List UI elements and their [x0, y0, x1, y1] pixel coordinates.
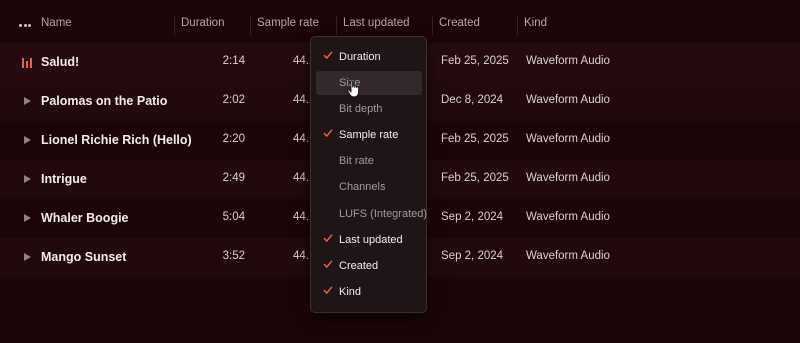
track-name: Lionel Richie Rich (Hello)	[41, 133, 192, 147]
track-kind: Waveform Audio	[526, 172, 610, 184]
checkmark-icon	[323, 234, 333, 243]
menu-item-size[interactable]: Size	[316, 71, 422, 95]
menu-item-label: Channels	[339, 181, 386, 193]
menu-item-label: Bit rate	[339, 155, 374, 167]
play-icon[interactable]	[24, 136, 31, 144]
track-name: Salud!	[41, 55, 80, 69]
checkmark-icon	[323, 51, 333, 60]
play-icon[interactable]	[24, 97, 31, 105]
more-options-icon[interactable]	[19, 24, 31, 27]
menu-item-label: Duration	[339, 51, 381, 63]
menu-item-label: Sample rate	[339, 129, 399, 141]
track-name: Palomas on the Patio	[41, 94, 168, 108]
menu-item-label: Last updated	[339, 234, 403, 246]
track-created: Sep 2, 2024	[441, 211, 504, 223]
menu-item-label: Kind	[339, 286, 362, 298]
track-created: Feb 25, 2025	[441, 133, 509, 145]
play-icon[interactable]	[24, 175, 31, 183]
track-duration: 2:49	[222, 172, 245, 184]
menu-item-last-updated[interactable]: Last updated	[316, 228, 422, 252]
track-kind: Waveform Audio	[526, 211, 610, 223]
play-icon[interactable]	[24, 253, 31, 261]
column-divider[interactable]	[174, 16, 175, 35]
menu-item-bit-rate[interactable]: Bit rate	[316, 149, 422, 173]
track-duration: 3:52	[222, 250, 245, 262]
hand-pointer-cursor-icon	[347, 80, 360, 98]
column-header-name[interactable]: Name	[41, 17, 72, 29]
column-header-created[interactable]: Created	[439, 17, 480, 29]
track-duration: 2:20	[222, 133, 245, 145]
menu-item-lufs[interactable]: LUFS (Integrated)	[316, 202, 427, 226]
track-name: Intrigue	[41, 172, 87, 186]
column-divider[interactable]	[517, 16, 518, 35]
track-name: Mango Sunset	[41, 250, 127, 264]
column-header-duration[interactable]: Duration	[181, 17, 224, 29]
play-icon[interactable]	[24, 214, 31, 222]
column-divider[interactable]	[336, 16, 337, 35]
track-created: Sep 2, 2024	[441, 250, 504, 262]
track-kind: Waveform Audio	[526, 133, 610, 145]
column-divider[interactable]	[432, 16, 433, 35]
now-playing-icon[interactable]	[22, 58, 32, 68]
audio-file-browser: Name Duration Sample rate Last updated C…	[0, 0, 800, 343]
track-duration: 2:14	[222, 55, 245, 67]
track-kind: Waveform Audio	[526, 55, 610, 67]
track-name: Whaler Boogie	[41, 211, 129, 225]
track-kind: Waveform Audio	[526, 250, 610, 262]
menu-item-duration[interactable]: Duration	[316, 45, 422, 69]
checkmark-icon	[323, 129, 333, 138]
column-divider[interactable]	[250, 16, 251, 35]
track-created: Feb 25, 2025	[441, 172, 509, 184]
menu-item-label: LUFS (Integrated)	[339, 208, 428, 220]
checkmark-icon	[323, 260, 333, 269]
menu-item-sample-rate[interactable]: Sample rate	[316, 123, 422, 147]
column-visibility-menu: Duration Size Bit depth Sample rate Bit …	[310, 36, 427, 313]
menu-item-label: Bit depth	[339, 103, 383, 115]
track-kind: Waveform Audio	[526, 94, 610, 106]
column-header-kind[interactable]: Kind	[524, 17, 547, 29]
column-header-sample-rate[interactable]: Sample rate	[257, 17, 319, 29]
menu-item-created[interactable]: Created	[316, 254, 422, 278]
menu-item-channels[interactable]: Channels	[316, 175, 422, 199]
checkmark-icon	[323, 286, 333, 295]
column-header-last-updated[interactable]: Last updated	[343, 17, 410, 29]
menu-item-kind[interactable]: Kind	[316, 280, 422, 304]
menu-item-bit-depth[interactable]: Bit depth	[316, 97, 422, 121]
menu-item-label: Created	[339, 260, 379, 272]
track-duration: 2:02	[222, 94, 245, 106]
track-created: Dec 8, 2024	[441, 94, 504, 106]
track-duration: 5:04	[222, 211, 245, 223]
track-created: Feb 25, 2025	[441, 55, 509, 67]
